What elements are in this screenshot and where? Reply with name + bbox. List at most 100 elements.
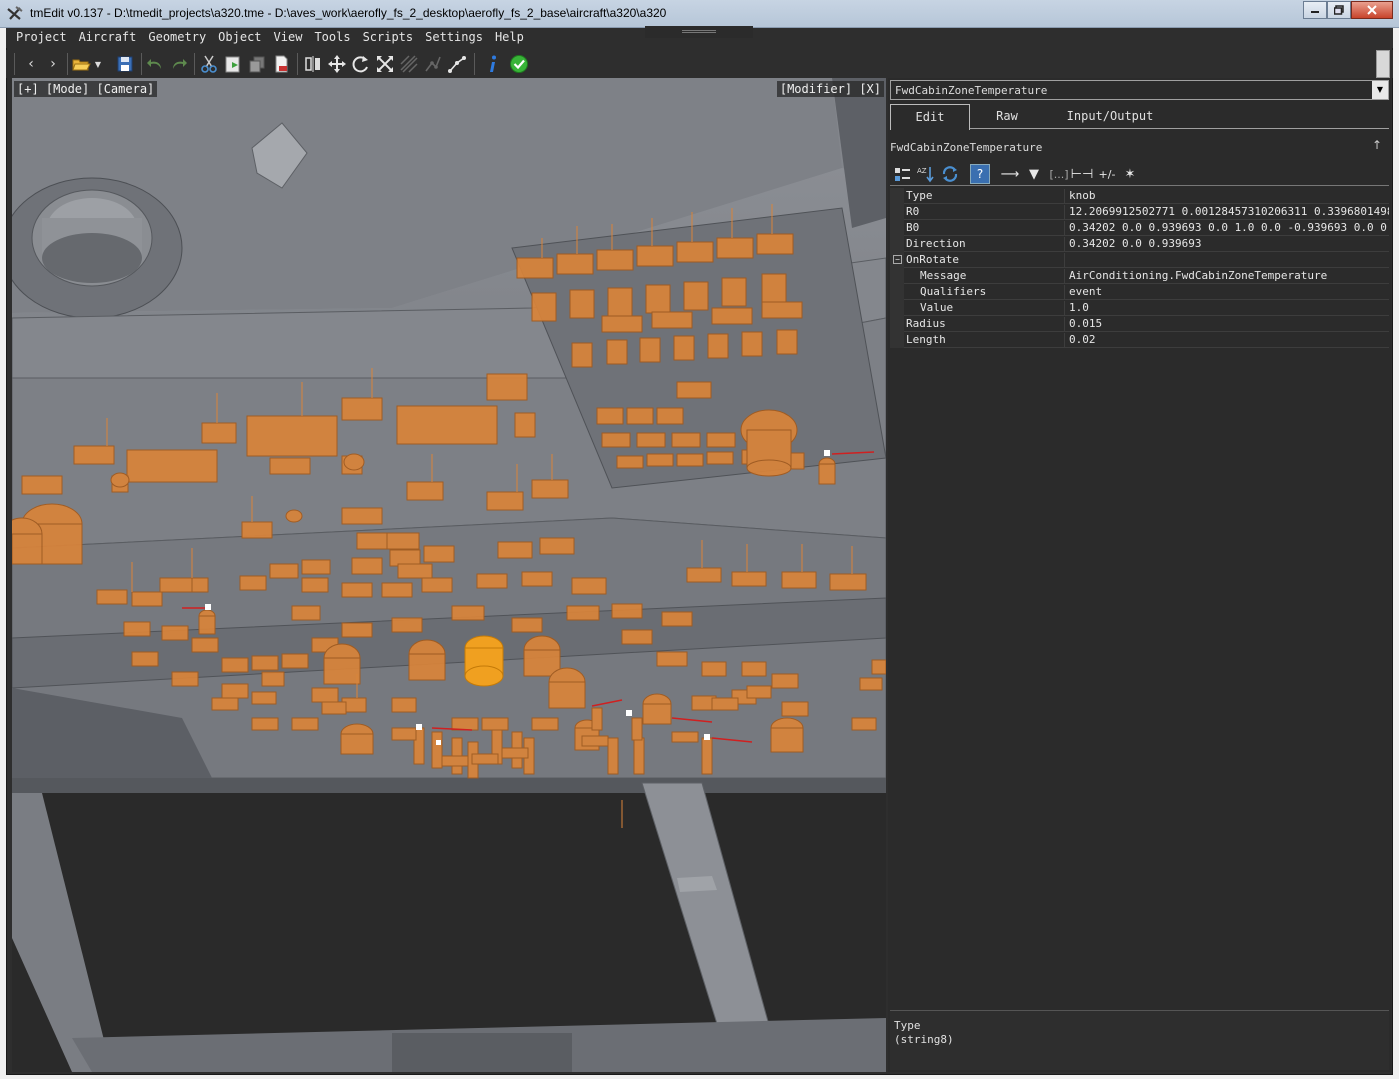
toolbar-separator [141, 53, 142, 75]
plus-minus-button[interactable]: +/- [1096, 164, 1118, 184]
help-toggle-icon: ? [976, 167, 984, 181]
prop-value[interactable]: 12.2069912502771 0.00128457310206311 0.3… [1064, 205, 1389, 220]
prop-value[interactable]: knob [1064, 189, 1389, 204]
mirror-button[interactable] [302, 53, 324, 75]
delete-button[interactable] [270, 53, 292, 75]
menu-aircraft[interactable]: Aircraft [73, 28, 143, 48]
grid-button[interactable] [398, 53, 420, 75]
undo-button[interactable] [144, 53, 166, 75]
categorized-button[interactable] [892, 164, 912, 184]
collapse-icon[interactable]: − [893, 255, 902, 264]
scale-button[interactable] [374, 53, 396, 75]
arrow-right-button[interactable]: ⟶ [1000, 164, 1020, 184]
svg-text:AZ: AZ [917, 167, 927, 175]
tab-input-output[interactable]: Input/Output [1050, 104, 1170, 129]
main-toolbar: ‹ › ▼ [6, 50, 1393, 78]
prop-row-direction[interactable]: Direction 0.34202 0.0 0.939693 [890, 236, 1389, 252]
menu-view[interactable]: View [268, 28, 309, 48]
close-icon [1367, 5, 1377, 15]
paste-button[interactable] [222, 53, 244, 75]
maximize-button[interactable] [1327, 1, 1351, 19]
prop-row-qualifiers[interactable]: Qualifiers event [890, 284, 1389, 300]
menu-settings[interactable]: Settings [419, 28, 489, 48]
prop-value[interactable]: 0.02 [1064, 333, 1389, 348]
prop-name: Message [920, 269, 967, 282]
prop-value[interactable]: 0.34202 0.0 0.939693 0.0 1.0 0.0 -0.9396… [1064, 221, 1389, 236]
prop-row-type[interactable]: Type knob [890, 188, 1389, 204]
refresh-button[interactable] [940, 164, 960, 184]
tab-edit[interactable]: Edit [890, 104, 970, 130]
prop-value[interactable]: event [1064, 285, 1389, 300]
redo-button[interactable] [168, 53, 190, 75]
menu-geometry[interactable]: Geometry [142, 28, 212, 48]
rotate-icon [352, 56, 368, 73]
categorized-icon [895, 168, 910, 181]
prop-name: Direction [906, 237, 966, 250]
ellipsis-button[interactable]: [...] [1046, 164, 1072, 184]
prop-name: B0 [906, 221, 920, 234]
forward-button[interactable]: › [42, 53, 64, 75]
open-dropdown[interactable]: ▼ [92, 53, 104, 75]
prop-row-onrotate[interactable]: − OnRotate [890, 252, 1389, 268]
ellipsis-icon: [...] [1049, 167, 1069, 181]
help-toggle-button[interactable]: ? [970, 164, 990, 184]
copy-button[interactable] [246, 53, 268, 75]
object-select[interactable]: FwdCabinZoneTemperature ▼ [890, 80, 1389, 100]
panel-tabs: Edit Raw Input/Output [890, 104, 1389, 130]
save-button[interactable] [114, 53, 136, 75]
dropdown-arrow-icon: ▼ [94, 59, 102, 69]
tab-raw[interactable]: Raw [970, 104, 1044, 129]
prop-value[interactable]: 1.0 [1064, 301, 1389, 316]
menu-help[interactable]: Help [489, 28, 530, 48]
3d-viewport[interactable]: [+] [Mode] [Camera] [Modifier] [X] [12, 78, 886, 1072]
connect-button[interactable] [446, 53, 468, 75]
prop-name: R0 [906, 205, 920, 218]
cut-button[interactable] [198, 53, 220, 75]
range-button[interactable]: ⊢⊣ [1071, 164, 1094, 184]
toolbar-separator [67, 53, 68, 75]
open-folder-icon [72, 59, 91, 71]
back-button[interactable]: ‹ [20, 53, 42, 75]
prop-value[interactable]: 0.015 [1064, 317, 1389, 332]
prop-row-message[interactable]: Message AirConditioning.FwdCabinZoneTempe… [890, 268, 1389, 284]
rotate-button[interactable] [350, 53, 372, 75]
restore-icon [1334, 5, 1344, 15]
viewport-mode-menu[interactable]: [+] [Mode] [Camera] [14, 81, 158, 97]
window-title: tmEdit v0.137 - D:\tmedit_projects\a320.… [30, 6, 667, 20]
open-button[interactable] [70, 53, 92, 75]
menu-tools[interactable]: Tools [308, 28, 356, 48]
menu-scripts[interactable]: Scripts [357, 28, 420, 48]
panel-scrollbar[interactable] [1376, 50, 1390, 78]
chevron-down-icon[interactable]: ▼ [1372, 81, 1388, 99]
validate-button[interactable] [508, 53, 530, 75]
filter-button[interactable]: ▼ [1024, 164, 1044, 184]
close-button[interactable] [1351, 1, 1393, 19]
info-button[interactable] [482, 53, 504, 75]
magic-button[interactable]: ✶ [1120, 164, 1140, 184]
pin-icon[interactable]: ↑ [1372, 138, 1382, 152]
property-panel: FwdCabinZoneTemperature ▼ Edit Raw Input… [888, 78, 1391, 1072]
menu-object[interactable]: Object [212, 28, 267, 48]
snap-button[interactable] [422, 53, 444, 75]
prop-value[interactable]: AirConditioning.FwdCabinZoneTemperature [1064, 269, 1389, 284]
toolbar-handle [14, 53, 15, 75]
prop-row-r0[interactable]: R0 12.2069912502771 0.00128457310206311 0… [890, 204, 1389, 220]
viewport-modifier-menu[interactable]: [Modifier] [X] [776, 81, 884, 97]
minimize-button[interactable] [1303, 1, 1327, 19]
prop-name: Value [920, 301, 954, 314]
delete-icon [275, 55, 288, 73]
cut-icon [201, 55, 217, 73]
menu-project[interactable]: Project [10, 28, 73, 48]
prop-row-b0[interactable]: B0 0.34202 0.0 0.939693 0.0 1.0 0.0 -0.9… [890, 220, 1389, 236]
prop-row-radius[interactable]: Radius 0.015 [890, 316, 1389, 332]
prop-row-value[interactable]: Value 1.0 [890, 300, 1389, 316]
forward-icon: › [50, 56, 56, 72]
prop-row-length[interactable]: Length 0.02 [890, 332, 1389, 348]
prop-value[interactable]: 0.34202 0.0 0.939693 [1064, 237, 1389, 252]
redo-icon [173, 59, 187, 69]
sort-button[interactable]: AZ [916, 164, 936, 184]
move-button[interactable] [326, 53, 348, 75]
toolbar-separator [474, 53, 475, 75]
prop-value [1064, 253, 1389, 268]
save-icon [117, 56, 133, 72]
